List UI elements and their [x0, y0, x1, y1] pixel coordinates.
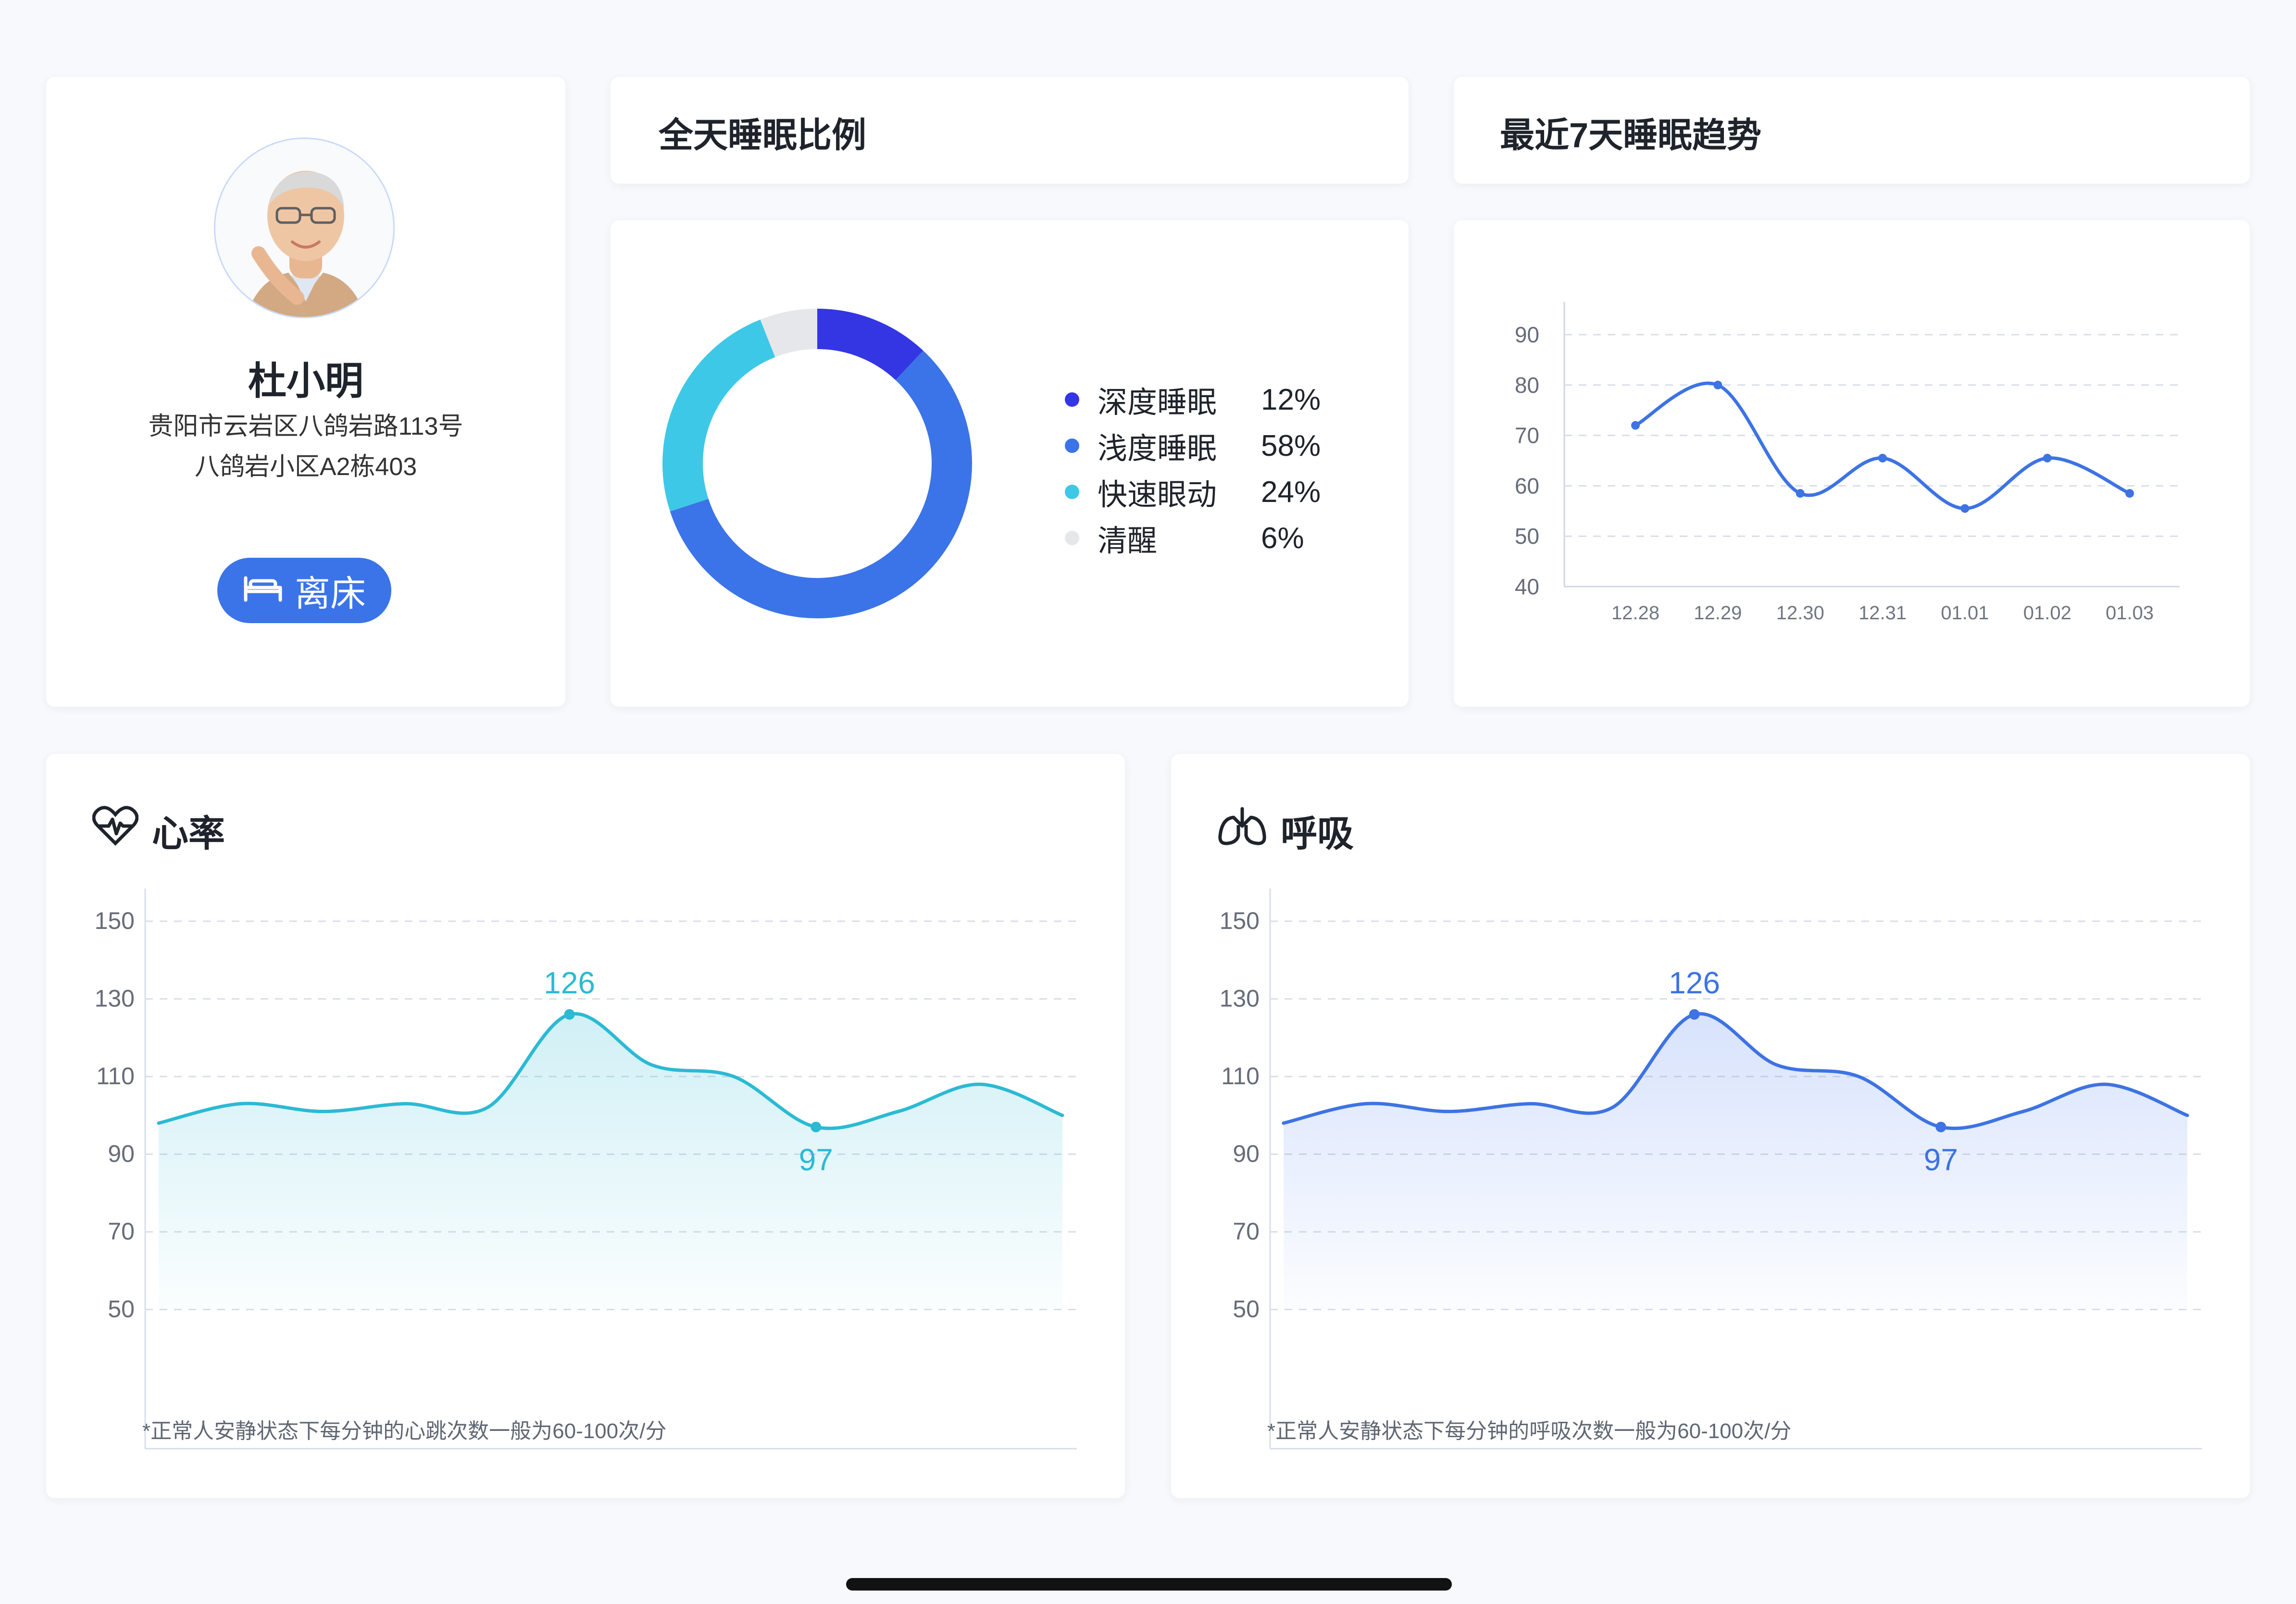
y-tick-label: 110 — [96, 1063, 135, 1090]
data-label: 97 — [799, 1142, 833, 1177]
y-tick-label: 70 — [108, 1218, 135, 1245]
sleep-trend-line-chart: 40 50 60 70 80 90 12.28 12.29 12.30 12.31 01.01 01.… — [1515, 302, 2180, 624]
legend-item: 清醒 6% — [1065, 521, 1338, 558]
bed-status-button[interactable]: 离床 — [217, 558, 391, 623]
donut-slice — [670, 351, 972, 618]
y-tick-label: 90 — [108, 1140, 135, 1167]
heart-rate-card: 心率 50 70 90 110 130 150 126 97 *正常人安静状态下每分钟的心跳次… — [46, 754, 1125, 1498]
y-tick-label: 50 — [108, 1296, 135, 1323]
legend-label-deep-sleep: 深度睡眠 — [1098, 386, 1217, 419]
area-fill — [159, 1014, 1062, 1310]
bed-icon — [243, 570, 283, 611]
trend-data-point — [1631, 421, 1640, 430]
y-tick-label: 70 — [1515, 423, 1539, 448]
avatar — [214, 138, 395, 318]
x-tick-label: 12.31 — [1859, 602, 1907, 624]
legend-label-rem: 快速眼动 — [1098, 478, 1217, 512]
sleep-trend-chart-card: 40 50 60 70 80 90 12.28 12.29 12.30 12.31 01.01 01.… — [1454, 220, 2250, 707]
legend-dot-awake — [1065, 531, 1079, 545]
trend-data-point — [1713, 380, 1722, 389]
legend-value-rem: 24% — [1261, 475, 1321, 509]
trend-series-line — [1634, 381, 2132, 511]
breathing-footnote: *正常人安静状态下每分钟的呼吸次数一般为60-100次/分 — [1267, 1419, 1792, 1443]
y-tick-label: 150 — [95, 907, 135, 934]
legend-label-light-sleep: 浅度睡眠 — [1098, 432, 1217, 465]
highlight-point — [811, 1121, 822, 1132]
legend-dot-light-sleep — [1065, 439, 1079, 453]
sleep-ratio-title-card: 全天睡眠比例 — [611, 77, 1409, 184]
bed-status-label: 离床 — [295, 573, 366, 614]
address-line-1: 贵阳市云岩区八鸽岩路113号 — [148, 413, 463, 440]
legend-value-deep-sleep: 12% — [1261, 383, 1321, 416]
trend-data-point — [2125, 489, 2134, 498]
highlight-point — [1935, 1121, 1947, 1132]
breathing-area-chart: 50 70 90 110 130 150 126 97 — [1220, 889, 2202, 1450]
highlight-point — [564, 1009, 575, 1020]
address-line-2: 八鸽岩小区A2栋403 — [194, 453, 417, 481]
legend-label-awake: 清醒 — [1098, 525, 1158, 558]
data-label: 126 — [544, 965, 595, 1000]
legend-item: 浅度睡眠 58% — [1065, 429, 1338, 465]
breathing-card: 呼吸 50 70 90 110 130 150 126 97 *正常人安静状态下每分钟的呼吸次… — [1171, 754, 2250, 1498]
home-indicator[interactable] — [846, 1578, 1452, 1591]
heart-rate-footnote: *正常人安静状态下每分钟的心跳次数一般为60-100次/分 — [142, 1419, 667, 1443]
y-tick-label: 90 — [1233, 1140, 1260, 1167]
y-tick-label: 60 — [1515, 473, 1539, 498]
data-label: 97 — [1924, 1142, 1958, 1177]
trend-data-point — [1796, 489, 1805, 498]
y-tick-label: 50 — [1515, 524, 1539, 549]
y-tick-label: 40 — [1515, 574, 1539, 599]
heart-rate-area-chart: 50 70 90 110 130 150 126 97 — [95, 889, 1077, 1450]
y-tick-label: 70 — [1233, 1218, 1260, 1245]
y-tick-label: 150 — [1220, 907, 1260, 934]
area-fill — [1284, 1014, 2187, 1310]
legend-item: 快速眼动 24% — [1065, 475, 1338, 512]
y-tick-label: 110 — [1221, 1063, 1260, 1090]
legend-value-light-sleep: 58% — [1261, 429, 1321, 463]
donut-slice — [817, 309, 923, 381]
highlight-point — [1689, 1009, 1700, 1020]
x-tick-label: 12.28 — [1611, 602, 1660, 624]
x-tick-label: 12.30 — [1776, 602, 1824, 624]
x-tick-label: 12.29 — [1694, 602, 1742, 624]
y-tick-label: 130 — [1220, 985, 1260, 1012]
legend-item: 深度睡眠 12% — [1065, 383, 1338, 419]
legend-value-awake: 6% — [1261, 521, 1304, 555]
legend-dot-deep-sleep — [1065, 392, 1079, 407]
y-tick-label: 50 — [1233, 1296, 1260, 1323]
sleep-ratio-donut-chart — [662, 309, 972, 618]
trend-data-point — [1878, 453, 1887, 463]
sleep-ratio-chart-card: 深度睡眠 12% 浅度睡眠 58% 快速眼动 24% 清醒 6% — [611, 220, 1409, 707]
trend-data-point — [2043, 453, 2052, 463]
y-tick-label: 90 — [1515, 322, 1539, 347]
donut-slice — [760, 309, 818, 358]
data-label: 126 — [1669, 965, 1720, 1000]
y-tick-label: 80 — [1515, 373, 1539, 398]
sleep-dashboard: 杜小明 贵阳市云岩区八鸽岩路113号 八鸽岩小区A2栋403 离床 全天睡眠比例… — [0, 0, 2296, 1604]
y-tick-label: 130 — [95, 985, 135, 1012]
trend-data-point — [1960, 504, 1970, 513]
user-name: 杜小明 — [248, 360, 363, 402]
sleep-trend-title: 最近7天睡眠趋势 — [1500, 116, 1762, 155]
sleep-ratio-title: 全天睡眠比例 — [659, 116, 867, 155]
avatar-image — [215, 139, 393, 317]
profile-card: 杜小明 贵阳市云岩区八鸽岩路113号 八鸽岩小区A2栋403 离床 — [46, 77, 565, 707]
donut-slice — [662, 319, 775, 512]
x-tick-label: 01.02 — [2023, 602, 2071, 624]
x-tick-label: 01.01 — [1941, 602, 1989, 624]
sleep-trend-title-card: 最近7天睡眠趋势 — [1454, 77, 2250, 184]
legend-dot-rem — [1065, 485, 1079, 499]
x-tick-label: 01.03 — [2106, 602, 2154, 624]
